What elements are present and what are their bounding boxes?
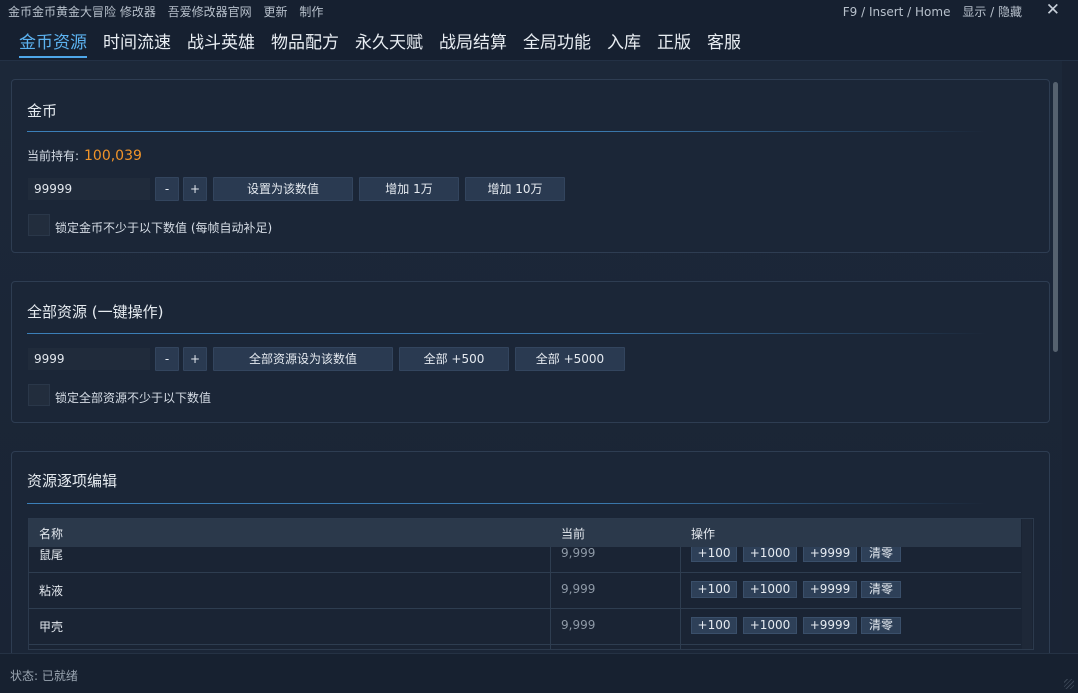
resource-edit-panel: 资源逐项编辑 名称 当前 操作 鼠尾 9,999 +100 +1000 +999… (11, 451, 1050, 653)
table-row: 粘液 9,999 +100 +1000 +9999 清零 (29, 572, 1021, 609)
add-9999-button[interactable]: +9999 (803, 617, 857, 634)
all-resources-value-input[interactable] (28, 348, 150, 370)
toggle-visibility-label: 显示 / 隐藏 (962, 5, 1022, 19)
site-link[interactable]: 吾爱修改器官网 (168, 5, 252, 19)
add-100k-gold-button[interactable]: 增加 10万 (465, 177, 565, 201)
add-100-button[interactable]: +100 (691, 545, 737, 562)
resource-edit-panel-title: 资源逐项编辑 (27, 472, 118, 490)
all-resources-panel: 全部资源 (一键操作) - + 全部资源设为该数值 全部 +500 全部 +50… (11, 281, 1050, 423)
resource-name: 粘液 (39, 584, 64, 598)
set-all-resources-button[interactable]: 全部资源设为该数值 (213, 347, 393, 371)
hotkey-label: F9 / Insert / Home (842, 5, 951, 19)
credits-link[interactable]: 制作 (299, 5, 323, 19)
table-scrollbar[interactable] (1022, 519, 1032, 649)
column-header-current: 当前 (561, 527, 586, 541)
resource-value: 9,999 (561, 582, 596, 596)
tab-bar: 金币资源 时间流速 战斗英雄 物品配方 永久天赋 战局结算 全局功能 入库 正版… (0, 22, 1078, 61)
status-text: 状态: 已就绪 (10, 669, 78, 683)
column-header-name: 名称 (39, 527, 64, 541)
tab-item-recipes[interactable]: 物品配方 (271, 28, 339, 53)
add-100-button[interactable]: +100 (691, 581, 737, 598)
main-content: 金币 当前持有: 100,039 - + 设置为该数值 增加 1万 增加 10万… (0, 61, 1062, 653)
resource-value: 9,999 (561, 618, 596, 632)
tab-gold-resources[interactable]: 金币资源 (19, 28, 87, 58)
tab-battle-heroes[interactable]: 战斗英雄 (187, 28, 255, 53)
lock-gold-checkbox[interactable] (28, 214, 50, 236)
resource-table: 名称 当前 操作 鼠尾 9,999 +100 +1000 +9999 清零 粘液… (28, 518, 1034, 650)
lock-gold-label: 锁定金币不少于以下数值 (每帧自动补足) (55, 221, 273, 235)
resource-edit-panel-divider (27, 503, 987, 504)
gold-panel-title: 金币 (27, 102, 58, 120)
all-resources-panel-divider (27, 333, 987, 334)
resource-name: 甲壳 (39, 620, 64, 634)
clear-button[interactable]: 清零 (861, 581, 901, 598)
resource-name: 鼠尾 (39, 548, 64, 562)
tab-support[interactable]: 客服 (707, 28, 741, 53)
title-bar-right: F9 / Insert / Home 显示 / 隐藏 (835, 3, 1022, 20)
app-title: 金币金币黄金大冒险 修改器 (8, 5, 156, 19)
column-header-actions: 操作 (691, 527, 716, 541)
gold-panel: 金币 当前持有: 100,039 - + 设置为该数值 增加 1万 增加 10万… (11, 79, 1050, 253)
clear-button[interactable]: 清零 (861, 617, 901, 634)
gold-decrement-button[interactable]: - (155, 177, 179, 201)
current-gold-value: 100,039 (84, 148, 142, 164)
add-1000-button[interactable]: +1000 (743, 545, 797, 562)
tab-genuine[interactable]: 正版 (657, 28, 691, 53)
main-scrollbar-thumb[interactable] (1053, 82, 1058, 352)
close-icon[interactable]: ✕ (1046, 0, 1060, 20)
add-1000-button[interactable]: +1000 (743, 617, 797, 634)
all-resources-panel-title: 全部资源 (一键操作) (27, 303, 164, 321)
update-link[interactable]: 更新 (264, 5, 288, 19)
add-10k-gold-button[interactable]: 增加 1万 (359, 177, 459, 201)
all-resources-decrement-button[interactable]: - (155, 347, 179, 371)
status-bar: 状态: 已就绪 (0, 653, 1078, 693)
main-scrollbar-track[interactable] (1062, 61, 1078, 653)
tab-battle-settlement[interactable]: 战局结算 (439, 28, 507, 53)
clear-button[interactable]: 清零 (861, 545, 901, 562)
tab-library[interactable]: 入库 (607, 28, 641, 53)
set-gold-button[interactable]: 设置为该数值 (213, 177, 353, 201)
add-100-button[interactable]: +100 (691, 617, 737, 634)
gold-value-input[interactable] (28, 178, 150, 200)
tab-permanent-talents[interactable]: 永久天赋 (355, 28, 423, 53)
gold-panel-divider (27, 131, 987, 132)
add-500-all-button[interactable]: 全部 +500 (399, 347, 509, 371)
tab-global-functions[interactable]: 全局功能 (523, 28, 591, 53)
lock-all-resources-label: 锁定全部资源不少于以下数值 (55, 391, 212, 405)
title-bar-left: 金币金币黄金大冒险 修改器 吾爱修改器官网 更新 制作 (8, 3, 331, 20)
table-header: 名称 当前 操作 (29, 519, 1021, 547)
tab-time-speed[interactable]: 时间流速 (103, 28, 171, 53)
resource-value: 9,999 (561, 546, 596, 560)
current-gold-label: 当前持有: (27, 149, 80, 163)
add-1000-button[interactable]: +1000 (743, 581, 797, 598)
add-9999-button[interactable]: +9999 (803, 545, 857, 562)
add-5000-all-button[interactable]: 全部 +5000 (515, 347, 625, 371)
title-bar: 金币金币黄金大冒险 修改器 吾爱修改器官网 更新 制作 F9 / Insert … (0, 0, 1078, 22)
all-resources-increment-button[interactable]: + (183, 347, 207, 371)
lock-all-resources-checkbox[interactable] (28, 384, 50, 406)
table-row: 甲壳 9,999 +100 +1000 +9999 清零 (29, 608, 1021, 645)
add-9999-button[interactable]: +9999 (803, 581, 857, 598)
gold-increment-button[interactable]: + (183, 177, 207, 201)
resize-grip-icon[interactable] (1064, 679, 1074, 689)
